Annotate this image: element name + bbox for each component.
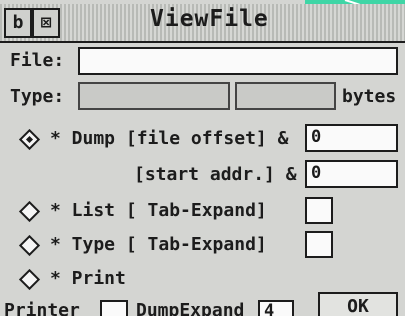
print-radio[interactable]: [18, 268, 41, 291]
bytes-label: bytes: [342, 86, 397, 107]
dump-label: * Dump [file offset] &: [50, 128, 289, 149]
back-icon[interactable]: b: [4, 8, 32, 38]
dumpexpand-input[interactable]: 4: [258, 300, 294, 316]
dump-radio[interactable]: [18, 128, 41, 151]
title-bar[interactable]: b ⊠ ViewFile: [0, 4, 405, 43]
start-addr-input[interactable]: 0: [305, 160, 398, 188]
file-input[interactable]: [78, 47, 398, 75]
list-label: * List [ Tab-Expand]: [50, 200, 267, 221]
file-offset-input[interactable]: 0: [305, 124, 398, 152]
close-icon[interactable]: ⊠: [32, 8, 60, 38]
file-label: File:: [10, 50, 65, 71]
window-title: ViewFile: [150, 6, 269, 32]
type-option-label: * Type [ Tab-Expand]: [50, 234, 267, 255]
viewfile-window: b ⊠ ViewFile File: Type: bytes * Dump [f…: [0, 0, 405, 316]
type-radio[interactable]: [18, 234, 41, 257]
printer-checkbox[interactable]: [100, 300, 128, 316]
type-field: [78, 82, 230, 110]
dumpexpand-label: DumpExpand: [136, 300, 245, 316]
type-label: Type:: [10, 86, 65, 107]
list-tab-expand-checkbox[interactable]: [305, 197, 333, 224]
size-field: [235, 82, 336, 110]
type-tab-expand-checkbox[interactable]: [305, 231, 333, 258]
ok-button[interactable]: OK: [318, 292, 398, 316]
list-radio[interactable]: [18, 200, 41, 223]
start-addr-label: [start addr.] &: [134, 164, 297, 185]
printer-label: Printer: [4, 300, 80, 316]
print-label: * Print: [50, 268, 126, 289]
